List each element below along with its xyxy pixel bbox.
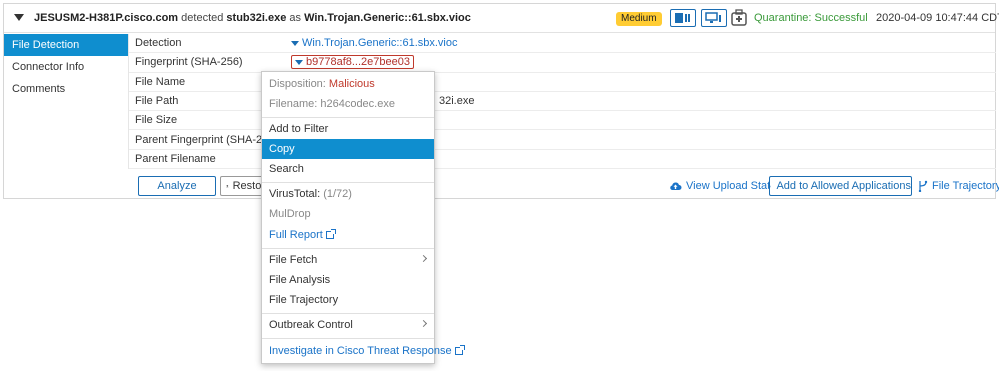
event-header[interactable]: JESUSM2-H381P.cisco.com detected stub32i… [4,4,999,33]
view-upload-status-label: View Upload Status [686,180,782,192]
detail-value: 32i.exe [439,95,475,108]
computer-button[interactable] [701,9,727,27]
event-panel: JESUSM2-H381P.cisco.com detected stub32i… [3,3,999,199]
ctx-filename: Filename: h264codec.exe [269,98,395,110]
ctx-file-fetch-label: File Fetch [269,254,318,266]
ctx-disposition-label: Disposition: [269,78,326,90]
detail-row-file-size: File Size [129,111,996,131]
ctx-full-report-label: Full Report [269,229,323,241]
ctx-file-trajectory[interactable]: File Trajectory [262,290,434,310]
trajectory-icon [918,180,928,192]
ctx-muldrop: MulDrop [269,208,311,220]
chevron-right-icon [419,254,428,263]
detail-key: Fingerprint (SHA-256) [135,56,243,69]
ctx-virustotal-value: (1/72) [323,188,352,200]
file-list-icon [675,13,690,23]
ctx-divider [262,117,434,118]
quarantine-icon [730,9,748,30]
detail-key: Detection [135,37,182,50]
file-trajectory-label: File Trajectory [932,180,999,192]
ctx-search[interactable]: Search [262,159,434,179]
view-upload-status-link[interactable]: View Upload Status [669,180,782,192]
fingerprint-text: b9778af8...2e7bee03 [306,56,410,69]
ctx-divider [262,313,434,314]
as-word: as [289,12,302,24]
analyze-button[interactable]: Analyze [138,176,216,196]
tab-comments[interactable]: Comments [4,78,128,100]
detail-value: b9778af8...2e7bee03 [291,55,414,70]
ctx-investigate-ctr[interactable]: Investigate in Cisco Threat Response [262,341,465,361]
ctx-outbreak-control-label: Outbreak Control [269,319,353,331]
add-to-allowed-label: Add to Allowed Applications [776,180,911,192]
collapse-caret-icon[interactable] [14,14,24,21]
detail-row-file-path: File Path 32i.exe [129,92,996,112]
cloud-upload-icon [670,182,682,190]
detection-name: Win.Trojan.Generic::61.sbx.vioc [304,12,471,24]
chevron-right-icon [419,319,428,328]
detail-row-detection: Detection Win.Trojan.Generic::61.sbx.vio… [129,34,996,54]
detail-row-parent-filename: Parent Filename [129,150,996,170]
tab-file-detection[interactable]: File Detection [4,34,128,56]
ctx-virustotal-label: VirusTotal: [269,188,321,200]
hostname: JESUSM2-H381P.cisco.com [34,12,179,24]
monitor-icon [705,12,721,23]
ctx-divider [262,338,434,339]
fingerprint-hash[interactable]: b9778af8...2e7bee03 [291,55,414,70]
ctx-disposition-value: Malicious [328,78,375,90]
detail-value: Win.Trojan.Generic::61.sbx.vioc [291,37,457,49]
tab-connector-info[interactable]: Connector Info [4,56,128,78]
details-table: Detection Win.Trojan.Generic::61.sbx.vio… [128,34,996,170]
upload-icon [226,184,229,188]
ctx-divider [262,182,434,183]
add-to-allowed-button[interactable]: Add to Allowed Applications [769,176,912,196]
ctx-copy[interactable]: Copy [262,139,434,159]
filter-icon[interactable] [291,40,299,46]
detected-word: detected [181,12,224,24]
side-tabs: File Detection Connector Info Comments [4,34,128,100]
list-icon [770,185,772,187]
external-link-icon [454,345,465,355]
severity-badge: Medium [616,12,662,26]
detail-row-parent-fingerprint: Parent Fingerprint (SHA-256) [129,130,996,150]
action-bar: Analyze Restor View Upload Status Add to… [128,173,999,198]
ctx-add-to-filter[interactable]: Add to Filter [262,119,434,139]
filter-icon [295,59,303,65]
ctx-full-report[interactable]: Full Report [262,225,434,245]
external-link-icon [325,229,336,239]
event-title: JESUSM2-H381P.cisco.com detected stub32i… [34,12,471,24]
file-list-button[interactable] [670,9,696,27]
ctx-outbreak-control[interactable]: Outbreak Control [262,315,434,335]
detail-row-fingerprint: Fingerprint (SHA-256) b9778af8...2e7bee0… [129,53,996,73]
ctx-investigate-label: Investigate in Cisco Threat Response [269,345,452,357]
event-timestamp: 2020-04-09 10:47:44 CDT [876,12,999,24]
context-menu: Disposition: Malicious Filename: h264cod… [261,71,465,364]
detection-link[interactable]: Win.Trojan.Generic::61.sbx.vioc [302,37,457,49]
detail-row-file-name: File Name [129,73,996,92]
file-trajectory-link[interactable]: File Trajectory [918,180,999,192]
ctx-file-fetch[interactable]: File Fetch [262,250,434,270]
ctx-disposition: Disposition: Malicious [262,74,434,94]
quarantine-status: Quarantine: Successful [754,12,868,24]
ctx-divider [262,248,434,249]
ctx-file-analysis[interactable]: File Analysis [262,270,434,290]
restore-button[interactable]: Restor [220,176,266,196]
detected-filename: stub32i.exe [226,12,287,24]
ctx-virustotal[interactable]: VirusTotal: (1/72) [262,184,434,204]
